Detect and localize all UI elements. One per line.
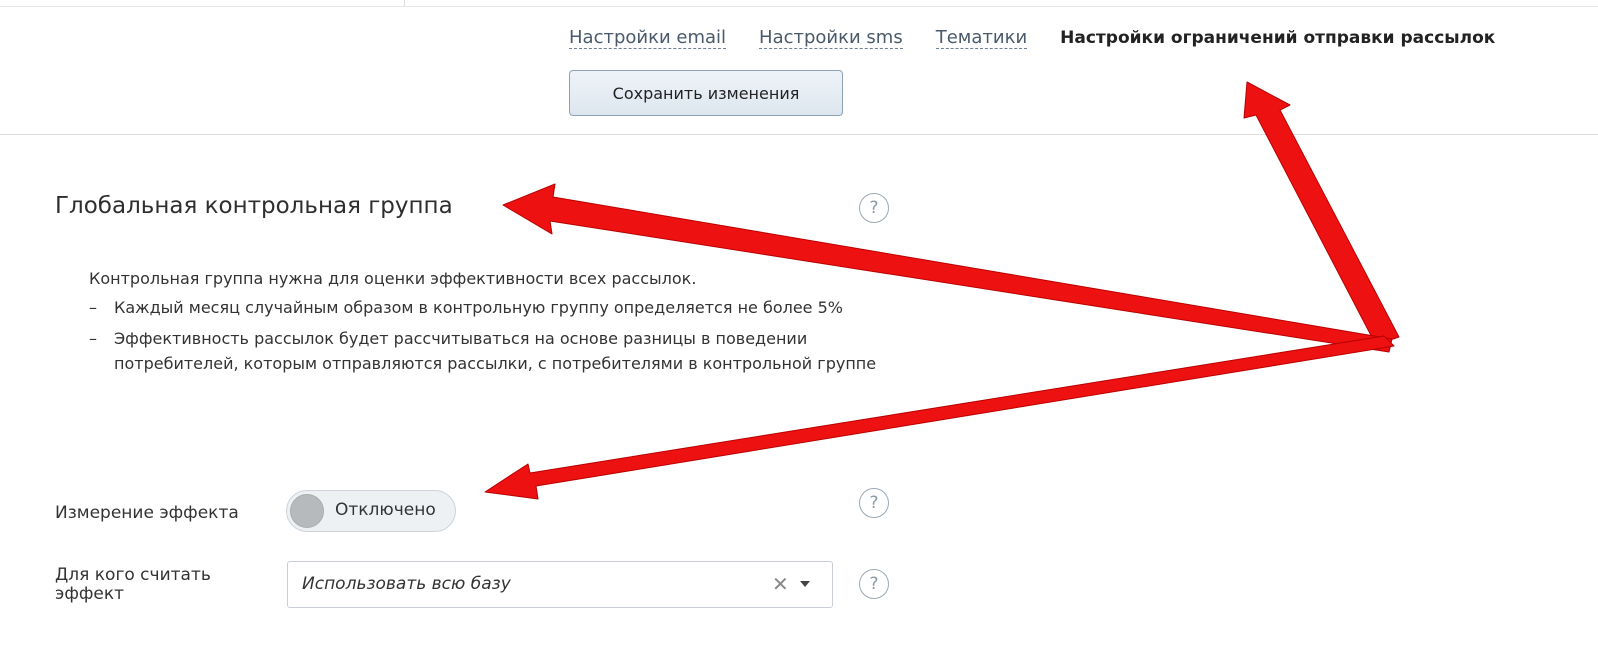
section-description: Контрольная группа нужна для оценки эффе… <box>89 266 909 382</box>
toggle-state-label: Отключено <box>335 500 436 520</box>
tab-sending-limits[interactable]: Настройки ограничений отправки рассылок <box>1060 28 1495 48</box>
page: Настройки email Настройки sms Тематики Н… <box>0 0 1598 657</box>
chevron-down-icon[interactable] <box>800 581 810 587</box>
effect-measurement-label: Измерение эффекта <box>55 503 239 523</box>
help-icon[interactable]: ? <box>859 488 889 518</box>
settings-tabs: Настройки email Настройки sms Тематики Н… <box>569 28 1495 49</box>
description-list: – Каждый месяц случайным образом в контр… <box>89 295 909 376</box>
toggle-knob <box>290 494 324 528</box>
section-title: Глобальная контрольная группа <box>55 193 453 219</box>
effect-target-select[interactable]: Использовать всю базу ✕ <box>287 561 833 608</box>
tab-email-settings[interactable]: Настройки email <box>569 28 727 49</box>
list-item-text: Эффективность рассылок будет рассчитыват… <box>114 329 877 373</box>
dash-marker: – <box>89 298 97 317</box>
list-item-text: Каждый месяц случайным образом в контрол… <box>114 298 843 317</box>
save-changes-button[interactable]: Сохранить изменения <box>569 70 843 116</box>
header: Настройки email Настройки sms Тематики Н… <box>0 0 1598 135</box>
list-item: – Эффективность рассылок будет рассчитыв… <box>89 326 904 376</box>
tab-topics[interactable]: Тематики <box>935 28 1028 49</box>
help-icon[interactable]: ? <box>859 193 889 223</box>
effect-target-label: Для кого считать эффект <box>55 565 211 604</box>
header-divider <box>0 134 1598 135</box>
close-icon[interactable]: ✕ <box>772 572 789 596</box>
list-item: – Каждый месяц случайным образом в контр… <box>89 295 884 320</box>
select-value: Использовать всю базу <box>302 574 511 594</box>
tab-sms-settings[interactable]: Настройки sms <box>759 28 903 49</box>
dash-marker: – <box>89 329 97 348</box>
description-intro: Контрольная группа нужна для оценки эффе… <box>89 269 697 288</box>
effect-measurement-toggle[interactable]: Отключено <box>286 490 456 532</box>
help-icon[interactable]: ? <box>859 569 889 599</box>
